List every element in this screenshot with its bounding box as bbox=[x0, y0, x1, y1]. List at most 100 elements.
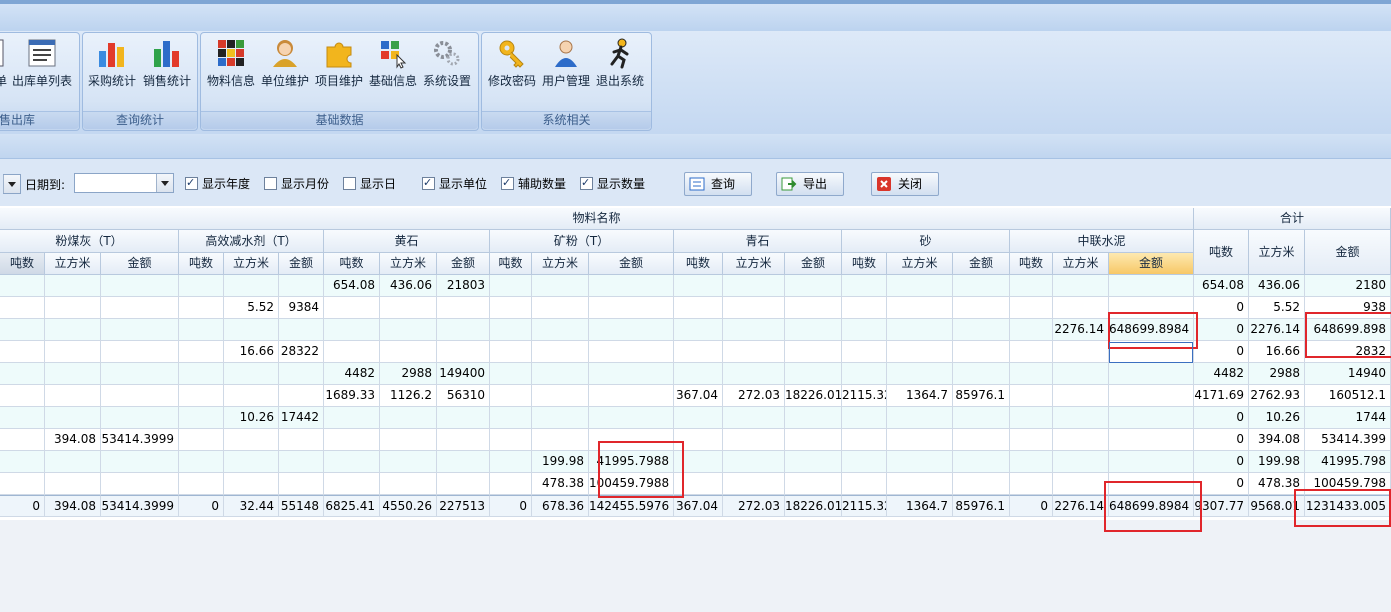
table-total-cell[interactable]: 85976.1 bbox=[953, 495, 1010, 517]
table-cell[interactable] bbox=[723, 407, 785, 429]
table-cell[interactable] bbox=[953, 473, 1010, 495]
table-cell[interactable]: 9384 bbox=[279, 297, 324, 319]
table-cell[interactable]: 1744 bbox=[1305, 407, 1391, 429]
table-cell[interactable] bbox=[1010, 473, 1053, 495]
table-cell[interactable] bbox=[437, 297, 490, 319]
table-cell[interactable]: 4482 bbox=[1194, 363, 1249, 385]
table-cell[interactable] bbox=[887, 407, 953, 429]
table-cell[interactable] bbox=[1053, 363, 1109, 385]
table-cell[interactable]: 10.26 bbox=[224, 407, 279, 429]
table-cell[interactable] bbox=[887, 429, 953, 451]
table-cell[interactable] bbox=[490, 473, 532, 495]
table-cell[interactable] bbox=[324, 429, 380, 451]
table-cell[interactable] bbox=[0, 341, 45, 363]
table-cell[interactable]: 53414.399 bbox=[1305, 429, 1391, 451]
ribbon-button-purchase-stats[interactable]: 采购统计 bbox=[86, 35, 138, 97]
table-total-cell[interactable]: 2115.32 bbox=[842, 495, 887, 517]
table-cell[interactable] bbox=[887, 451, 953, 473]
table-cell[interactable]: 10.26 bbox=[1249, 407, 1305, 429]
table-cell[interactable] bbox=[279, 319, 324, 341]
date-from-dropdown[interactable] bbox=[3, 174, 21, 194]
table-cell[interactable] bbox=[179, 319, 224, 341]
table-cell[interactable] bbox=[0, 363, 45, 385]
table-cell[interactable] bbox=[1053, 275, 1109, 297]
table-cell[interactable] bbox=[723, 297, 785, 319]
checkbox-box[interactable] bbox=[422, 175, 435, 191]
table-cell[interactable] bbox=[101, 297, 179, 319]
table-cell[interactable] bbox=[1053, 451, 1109, 473]
table-total-cell[interactable]: 53414.3999 bbox=[101, 495, 179, 517]
table-cell[interactable] bbox=[224, 451, 279, 473]
checkbox-box[interactable] bbox=[185, 175, 198, 191]
table-cell[interactable] bbox=[723, 341, 785, 363]
table-cell[interactable] bbox=[953, 275, 1010, 297]
table-cell[interactable]: 149400 bbox=[437, 363, 490, 385]
table-cell[interactable] bbox=[532, 319, 589, 341]
table-cell[interactable] bbox=[589, 319, 674, 341]
table-cell[interactable] bbox=[101, 385, 179, 407]
table-cell[interactable] bbox=[785, 451, 842, 473]
table-cell[interactable] bbox=[674, 363, 723, 385]
table-cell[interactable]: 28322 bbox=[279, 341, 324, 363]
table-cell[interactable] bbox=[953, 407, 1010, 429]
ribbon-button-exit[interactable]: 退出系统 bbox=[594, 35, 646, 97]
table-total-cell[interactable]: 18226.01 bbox=[785, 495, 842, 517]
query-button[interactable]: 查询 bbox=[684, 172, 752, 196]
table-cell[interactable] bbox=[1010, 275, 1053, 297]
table-cell[interactable] bbox=[179, 275, 224, 297]
table-cell[interactable] bbox=[532, 341, 589, 363]
table-cell[interactable] bbox=[887, 275, 953, 297]
table-cell[interactable] bbox=[324, 451, 380, 473]
table-cell[interactable] bbox=[179, 385, 224, 407]
table-cell[interactable] bbox=[1010, 341, 1053, 363]
table-cell[interactable]: 436.06 bbox=[1249, 275, 1305, 297]
table-cell[interactable] bbox=[179, 363, 224, 385]
table-cell[interactable]: 16.66 bbox=[224, 341, 279, 363]
table-cell[interactable]: 0 bbox=[1194, 473, 1249, 495]
table-cell[interactable]: 5.52 bbox=[1249, 297, 1305, 319]
table-total-cell[interactable]: 55148 bbox=[279, 495, 324, 517]
table-cell[interactable]: 0 bbox=[1194, 297, 1249, 319]
table-cell[interactable] bbox=[179, 473, 224, 495]
table-cell[interactable]: 0 bbox=[1194, 341, 1249, 363]
table-cell[interactable] bbox=[490, 429, 532, 451]
ribbon-button-change-password[interactable]: 修改密码 bbox=[486, 35, 538, 97]
table-cell[interactable] bbox=[224, 275, 279, 297]
table-cell[interactable] bbox=[0, 275, 45, 297]
table-cell[interactable] bbox=[723, 429, 785, 451]
checkbox-box[interactable] bbox=[343, 177, 356, 190]
table-cell[interactable] bbox=[490, 363, 532, 385]
table-cell[interactable]: 654.08 bbox=[324, 275, 380, 297]
table-cell[interactable] bbox=[887, 297, 953, 319]
table-cell[interactable]: 16.66 bbox=[1249, 341, 1305, 363]
table-cell[interactable] bbox=[0, 297, 45, 319]
table-cell[interactable] bbox=[589, 407, 674, 429]
table-cell[interactable] bbox=[1053, 297, 1109, 319]
table-cell[interactable] bbox=[380, 451, 437, 473]
checkbox-aux-quantity[interactable]: 辅助数量 bbox=[501, 175, 566, 192]
table-cell[interactable] bbox=[532, 275, 589, 297]
table-cell[interactable]: 4482 bbox=[324, 363, 380, 385]
table-cell[interactable] bbox=[953, 363, 1010, 385]
table-cell[interactable]: 1126.2 bbox=[380, 385, 437, 407]
table-cell[interactable] bbox=[279, 451, 324, 473]
table-cell[interactable] bbox=[1053, 385, 1109, 407]
table-cell[interactable] bbox=[1010, 407, 1053, 429]
table-cell[interactable] bbox=[1053, 341, 1109, 363]
table-cell[interactable] bbox=[1109, 275, 1194, 297]
table-total-cell[interactable]: 0 bbox=[0, 495, 45, 517]
table-cell[interactable] bbox=[101, 363, 179, 385]
table-cell[interactable] bbox=[532, 363, 589, 385]
ribbon-button-order[interactable]: 单 bbox=[0, 35, 9, 97]
table-cell[interactable] bbox=[380, 319, 437, 341]
table-cell[interactable] bbox=[1053, 429, 1109, 451]
table-cell[interactable] bbox=[45, 473, 101, 495]
table-cell[interactable] bbox=[179, 341, 224, 363]
checkbox-box[interactable] bbox=[501, 175, 514, 191]
table-cell[interactable]: 1689.33 bbox=[324, 385, 380, 407]
table-cell[interactable]: 2988 bbox=[1249, 363, 1305, 385]
table-cell[interactable] bbox=[101, 407, 179, 429]
table-cell[interactable]: 394.08 bbox=[1249, 429, 1305, 451]
table-cell[interactable]: 18226.01 bbox=[785, 385, 842, 407]
table-cell[interactable] bbox=[490, 275, 532, 297]
